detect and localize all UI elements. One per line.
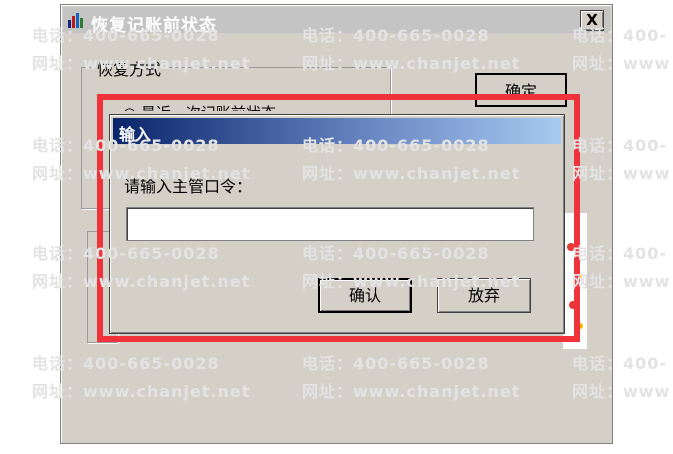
graphic-dot — [567, 243, 575, 251]
cancel-button[interactable]: 放弃 — [437, 278, 531, 313]
confirm-button[interactable]: 确认 — [318, 278, 412, 313]
restore-option-radio[interactable]: ○ 最近一次记账前状态 — [123, 103, 276, 111]
password-input[interactable] — [126, 207, 534, 241]
input-dialog: 输入 请输入主管口令： 确认 放弃 — [109, 114, 565, 334]
side-graphic — [563, 213, 587, 349]
password-prompt: 请输入主管口令： — [124, 177, 253, 196]
app-icon — [68, 13, 83, 28]
graphic-dot — [577, 323, 583, 329]
window-title: 恢复记账前状态 — [91, 16, 217, 36]
graphic-dot — [575, 273, 582, 280]
ok-button[interactable]: 确定 — [475, 73, 567, 107]
graphic-dot — [569, 301, 577, 309]
restore-method-label: 恢复方式 — [94, 56, 165, 80]
window-titlebar[interactable]: 恢复记账前状态 X — [63, 7, 610, 36]
close-button[interactable]: X — [580, 10, 604, 31]
dialog-title: 输入 — [119, 125, 152, 144]
dialog-titlebar[interactable]: 输入 — [113, 118, 561, 144]
